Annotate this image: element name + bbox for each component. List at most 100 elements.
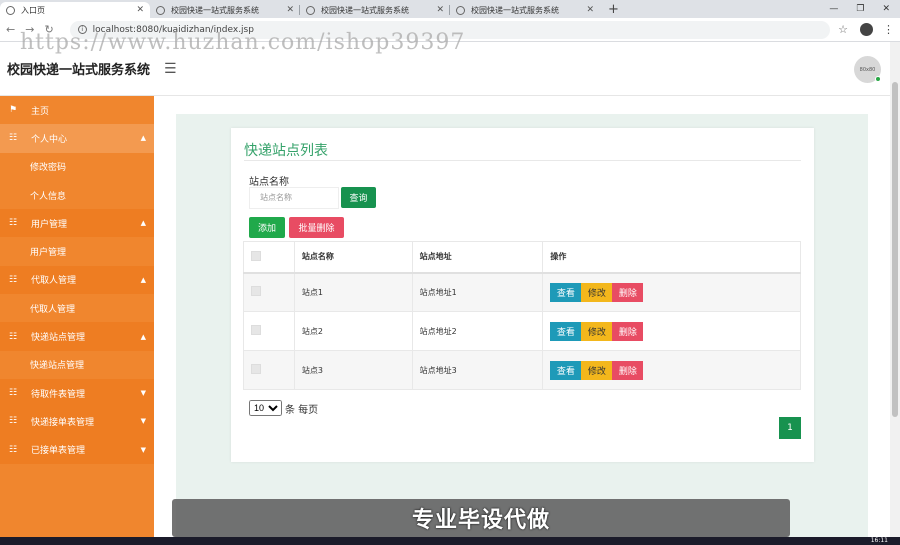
browser-tab-1[interactable]: 入口页 ✕ <box>0 2 150 18</box>
add-button[interactable]: 添加 <box>249 217 285 238</box>
close-icon[interactable]: ✕ <box>136 5 144 15</box>
row-actions: 查看 修改 删除 <box>550 360 800 380</box>
close-icon[interactable]: ✕ <box>286 5 294 15</box>
station-address-cell: 站点地址2 <box>411 311 544 351</box>
close-window-icon[interactable]: ✕ <box>882 4 890 14</box>
view-button[interactable]: 查看 <box>550 282 582 302</box>
sidebar-group-stations[interactable]: ☷ 快递站点管理 ▲ <box>0 322 154 351</box>
sidebar-item-label: 快递接单表管理 <box>31 417 95 428</box>
page-size-select[interactable]: 10 <box>249 400 282 416</box>
search-label: 站点名称 <box>249 177 289 188</box>
table-header-row: 站点名称 站点地址 操作 <box>243 241 801 274</box>
grid-icon: ☷ <box>8 218 18 229</box>
sidebar-item-home[interactable]: ⚑ 主页 <box>0 96 154 124</box>
sidebar-item-label: 用户管理 <box>31 219 68 230</box>
globe-icon <box>156 5 165 15</box>
browser-menu-icon[interactable]: ⋮ <box>883 23 894 36</box>
station-name-cell: 站点2 <box>293 311 413 351</box>
sidebar-group-personal[interactable]: ☷ 个人中心 ▲ <box>0 124 154 153</box>
sidebar-item-label: 已接单表管理 <box>31 446 86 457</box>
card-title: 快递站点列表 <box>244 143 328 159</box>
sidebar-item-label: 用户管理 <box>30 248 67 259</box>
caret-up-icon: ▲ <box>140 134 146 143</box>
select-all-cell <box>243 241 295 274</box>
sidebar-item-change-password[interactable]: 修改密码 <box>0 153 154 181</box>
pagination-page-button[interactable]: 1 <box>779 417 801 439</box>
app-title: 校园快递一站式服务系统 <box>7 63 151 78</box>
edit-button[interactable]: 修改 <box>581 321 613 341</box>
column-header-name: 站点名称 <box>293 241 413 274</box>
column-header-actions: 操作 <box>542 241 801 274</box>
online-status-dot <box>875 76 881 82</box>
delete-button[interactable]: 删除 <box>612 321 644 341</box>
view-button[interactable]: 查看 <box>550 360 582 380</box>
row-checkbox[interactable] <box>251 286 261 297</box>
close-icon[interactable]: ✕ <box>436 5 444 15</box>
edit-button[interactable]: 修改 <box>581 360 613 380</box>
grid-icon: ☷ <box>8 133 18 144</box>
view-button[interactable]: 查看 <box>550 321 582 341</box>
actions-cell: 查看 修改 删除 <box>542 311 801 351</box>
bookmark-star-icon[interactable]: ☆ <box>838 23 848 36</box>
profile-icon[interactable] <box>860 23 873 36</box>
sidebar-item-label: 待取件表管理 <box>31 389 86 400</box>
scrollbar-thumb[interactable] <box>892 82 898 417</box>
sidebar-item-personal-info[interactable]: 个人信息 <box>0 181 154 209</box>
reload-icon[interactable]: ↻ <box>44 23 53 36</box>
close-icon[interactable]: ✕ <box>586 5 594 15</box>
sidebar-item-users[interactable]: 用户管理 <box>0 237 154 265</box>
edit-button[interactable]: 修改 <box>581 282 613 302</box>
select-all-checkbox[interactable] <box>251 250 261 261</box>
new-tab-icon[interactable]: + <box>608 2 619 17</box>
grid-icon: ☷ <box>8 444 18 455</box>
avatar[interactable]: 80x80 <box>854 56 881 83</box>
query-button[interactable]: 查询 <box>341 187 376 208</box>
bulk-delete-button[interactable]: 批量删除 <box>289 217 344 238</box>
flag-icon: ⚑ <box>8 105 18 116</box>
row-checkbox[interactable] <box>251 325 261 335</box>
browser-tab-2[interactable]: 校园快递一站式服务系统 ✕ <box>150 2 300 18</box>
back-icon[interactable]: ← <box>6 23 15 36</box>
delete-button[interactable]: 删除 <box>612 282 644 302</box>
caret-up-icon: ▲ <box>140 275 146 284</box>
tab-title: 入口页 <box>21 5 45 15</box>
grid-icon: ☷ <box>8 388 18 399</box>
grid-icon: ☷ <box>8 331 18 342</box>
sidebar-item-label: 代取人管理 <box>31 276 77 287</box>
table-row: 站点2 站点地址2 查看 修改 删除 <box>243 311 801 351</box>
sidebar-group-accepted-orders[interactable]: ☷ 已接单表管理 ▼ <box>0 435 154 464</box>
station-name-search-input[interactable]: 站点名称 <box>249 187 339 209</box>
checkbox-cell <box>243 311 295 351</box>
info-icon[interactable]: i <box>77 25 87 34</box>
address-bar: ← → ↻ i localhost:8080/kuaidizhan/index.… <box>0 18 900 42</box>
sidebar-item-stations[interactable]: 快递站点管理 <box>0 351 154 379</box>
window-controls: — ❐ ✕ <box>829 4 900 14</box>
browser-tab-4[interactable]: 校园快递一站式服务系统 ✕ <box>450 2 600 18</box>
grid-icon: ☷ <box>8 274 18 285</box>
globe-icon <box>456 5 465 15</box>
forward-icon[interactable]: → <box>25 23 34 36</box>
sidebar-item-label: 主页 <box>31 106 50 117</box>
sidebar-group-orders[interactable]: ☷ 快递接单表管理 ▼ <box>0 407 154 436</box>
page-scrollbar[interactable] <box>890 42 900 537</box>
delete-button[interactable]: 删除 <box>612 360 644 380</box>
caret-down-icon: ▼ <box>140 389 146 398</box>
url-field[interactable]: i localhost:8080/kuaidizhan/index.jsp <box>69 20 831 39</box>
row-actions: 查看 修改 删除 <box>550 282 800 302</box>
sidebar-item-label: 个人中心 <box>31 134 68 145</box>
hamburger-menu-icon[interactable]: ☰ <box>164 61 177 77</box>
page-size-suffix: 条 每页 <box>285 404 319 416</box>
caret-down-icon: ▼ <box>140 417 146 426</box>
restore-icon[interactable]: ❐ <box>856 4 864 14</box>
sidebar-item-couriers[interactable]: 代取人管理 <box>0 294 154 322</box>
sidebar-group-couriers[interactable]: ☷ 代取人管理 ▲ <box>0 265 154 295</box>
station-name-cell: 站点3 <box>293 350 413 390</box>
row-checkbox[interactable] <box>251 364 261 374</box>
overlay-banner: 专业毕设代做 <box>172 499 790 537</box>
browser-tab-3[interactable]: 校园快递一站式服务系统 ✕ <box>300 2 450 18</box>
caret-up-icon: ▲ <box>140 332 146 341</box>
minimize-icon[interactable]: — <box>829 4 838 14</box>
page-size-control: 10 条 每页 <box>249 400 318 416</box>
sidebar-group-users[interactable]: ☷ 用户管理 ▲ <box>0 209 154 238</box>
sidebar-group-pending-pickups[interactable]: ☷ 待取件表管理 ▼ <box>0 378 154 408</box>
